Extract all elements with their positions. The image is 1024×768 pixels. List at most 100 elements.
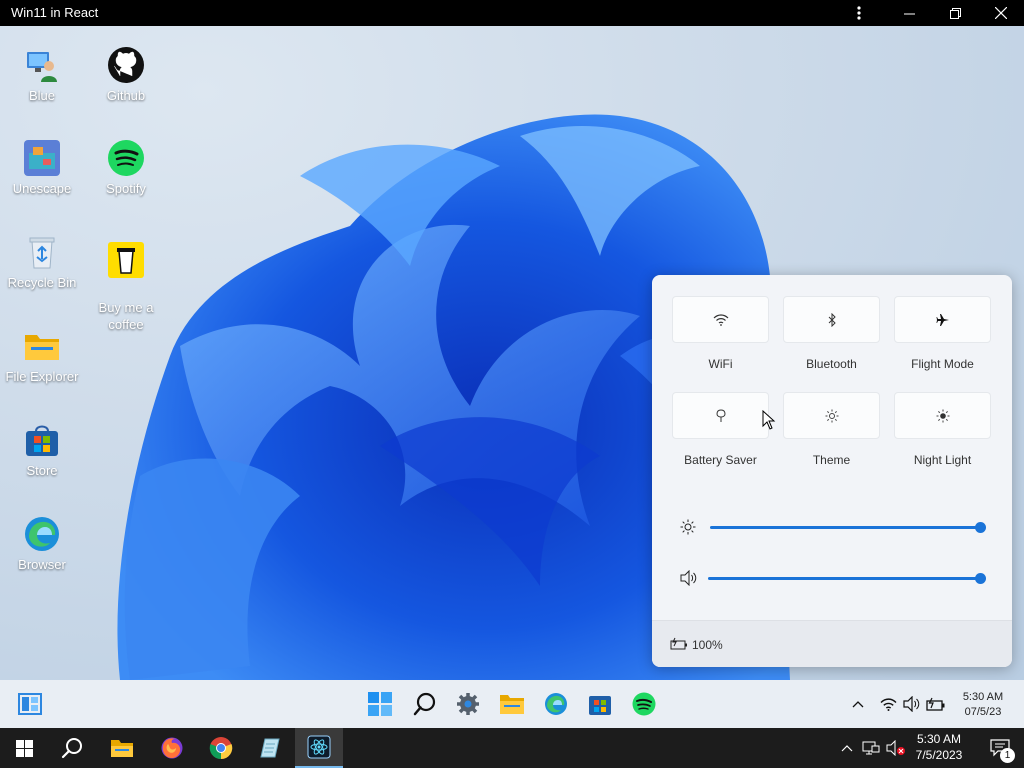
github-icon bbox=[108, 47, 144, 83]
spotify-button[interactable] bbox=[630, 690, 658, 718]
volume-thumb[interactable] bbox=[975, 573, 986, 584]
chevron-up-icon bbox=[841, 745, 853, 752]
host-firefox-button[interactable] bbox=[148, 728, 196, 768]
show-hidden-icons-button[interactable] bbox=[844, 690, 872, 718]
desktop-icon-blue[interactable]: Blue bbox=[0, 46, 84, 104]
desktop-icon-buy-me-a-coffee[interactable]: Buy me a coffee bbox=[84, 224, 168, 333]
desktop-icon-github[interactable]: Github bbox=[84, 46, 168, 104]
app-taskbar: 5:30 AM 07/5/23 bbox=[0, 680, 1024, 728]
firefox-icon bbox=[161, 737, 183, 759]
file-explorer-button[interactable] bbox=[498, 690, 526, 718]
night-light-toggle-button[interactable] bbox=[894, 392, 991, 439]
bluetooth-toggle[interactable]: Bluetooth bbox=[783, 296, 880, 371]
desktop-icon-unescape[interactable]: Unescape bbox=[0, 139, 84, 197]
restore-button[interactable] bbox=[932, 0, 978, 26]
bluetooth-toggle-button[interactable] bbox=[783, 296, 880, 343]
windows-logo-icon bbox=[15, 739, 33, 757]
start-button[interactable] bbox=[366, 690, 394, 718]
battery-percent: 100% bbox=[692, 638, 723, 652]
desktop-icon-spotify[interactable]: Spotify bbox=[84, 139, 168, 197]
desktop-icon-label: Github bbox=[106, 88, 146, 103]
spotify-icon bbox=[632, 692, 656, 716]
coffee-cup-icon bbox=[108, 242, 144, 278]
host-show-hidden-icons[interactable] bbox=[836, 728, 858, 768]
wifi-toggle[interactable]: WiFi bbox=[672, 296, 769, 371]
kebab-menu-icon bbox=[857, 6, 861, 20]
desktop-icon-recycle-bin[interactable]: Recycle Bin bbox=[0, 233, 84, 291]
host-search-button[interactable] bbox=[48, 728, 96, 768]
settings-button[interactable] bbox=[454, 690, 482, 718]
flight-mode-toggle-button[interactable] bbox=[894, 296, 991, 343]
battery-saver-icon bbox=[715, 408, 726, 422]
host-volume-muted-button[interactable] bbox=[884, 728, 908, 768]
host-clock[interactable]: 5:30 AM 7/5/2023 bbox=[908, 731, 970, 763]
chevron-up-icon bbox=[852, 701, 864, 708]
toggle-label: Night Light bbox=[913, 453, 972, 467]
settings-icon bbox=[457, 693, 479, 715]
app-taskbar-time: 5:30 AM bbox=[962, 691, 1004, 703]
host-date: 7/5/2023 bbox=[915, 748, 963, 762]
battery-charging-icon bbox=[670, 637, 687, 650]
desktop-icon-file-explorer[interactable]: File Explorer bbox=[0, 327, 84, 385]
toggle-label: WiFi bbox=[708, 357, 733, 371]
host-time: 5:30 AM bbox=[916, 732, 962, 746]
battery-saver-toggle[interactable]: Battery Saver bbox=[672, 392, 769, 467]
folder-icon bbox=[111, 740, 133, 757]
volume-track[interactable] bbox=[708, 577, 980, 580]
desktop-icon-store[interactable]: Store bbox=[0, 421, 84, 479]
unescape-game-icon bbox=[24, 140, 60, 176]
desktop-icon-label: Store bbox=[26, 463, 58, 478]
desktop-icon-label: Buy me a coffee bbox=[98, 300, 154, 332]
mouse-cursor-icon bbox=[762, 410, 776, 430]
brightness-track[interactable] bbox=[710, 526, 980, 529]
app-taskbar-clock[interactable]: 5:30 AM 07/5/23 bbox=[955, 690, 1011, 720]
battery-saver-toggle-button[interactable] bbox=[672, 392, 769, 439]
notification-count-badge: 1 bbox=[1000, 748, 1015, 763]
flight-mode-toggle[interactable]: Flight Mode bbox=[894, 296, 991, 371]
host-notepad-button[interactable] bbox=[246, 728, 294, 768]
brightness-thumb[interactable] bbox=[975, 522, 986, 533]
theme-toggle[interactable]: Theme bbox=[783, 392, 880, 467]
widgets-icon bbox=[18, 693, 42, 715]
network-icon bbox=[862, 741, 880, 755]
search-button[interactable] bbox=[411, 690, 439, 718]
volume-muted-icon bbox=[886, 740, 905, 756]
store-button[interactable] bbox=[586, 690, 614, 718]
bluetooth-icon bbox=[828, 312, 836, 327]
restore-icon bbox=[949, 7, 961, 19]
night-light-toggle[interactable]: Night Light bbox=[894, 392, 991, 467]
host-network-button[interactable] bbox=[860, 728, 882, 768]
search-icon bbox=[413, 692, 436, 716]
desktop-icon-label: Recycle Bin bbox=[7, 275, 77, 290]
widgets-button[interactable] bbox=[16, 690, 44, 718]
wifi-toggle-button[interactable] bbox=[672, 296, 769, 343]
close-button[interactable] bbox=[978, 0, 1024, 26]
desktop-icon-label: Browser bbox=[18, 557, 66, 572]
edge-icon bbox=[545, 693, 567, 715]
folder-icon bbox=[25, 335, 59, 360]
desktop-icon-browser[interactable]: Browser bbox=[0, 515, 84, 573]
tray-battery[interactable] bbox=[922, 690, 950, 718]
host-action-center-button[interactable]: 1 bbox=[976, 728, 1024, 768]
recycle-bin-icon bbox=[29, 237, 55, 269]
store-icon bbox=[589, 696, 611, 715]
desktop-icon-label: Blue bbox=[28, 88, 56, 103]
wifi-icon bbox=[880, 697, 896, 711]
desktop-icon-label: Spotify bbox=[106, 181, 146, 196]
desktop-icon-label: Unescape bbox=[12, 181, 72, 196]
host-chrome-button[interactable] bbox=[197, 728, 245, 768]
volume-slider[interactable] bbox=[680, 570, 990, 586]
toggle-label: Bluetooth bbox=[806, 357, 857, 371]
react-app-icon bbox=[307, 735, 331, 759]
theme-toggle-button[interactable] bbox=[783, 392, 880, 439]
host-file-explorer-button[interactable] bbox=[98, 728, 146, 768]
start-icon bbox=[368, 692, 392, 716]
minimize-button[interactable] bbox=[886, 0, 932, 26]
more-options-button[interactable] bbox=[836, 0, 882, 26]
quick-settings-footer: 100% bbox=[652, 620, 1012, 667]
battery-charging-icon bbox=[926, 697, 945, 711]
edge-button[interactable] bbox=[542, 690, 570, 718]
host-start-button[interactable] bbox=[0, 728, 48, 768]
host-win11-react-button[interactable] bbox=[295, 728, 343, 768]
brightness-slider[interactable] bbox=[680, 519, 990, 535]
